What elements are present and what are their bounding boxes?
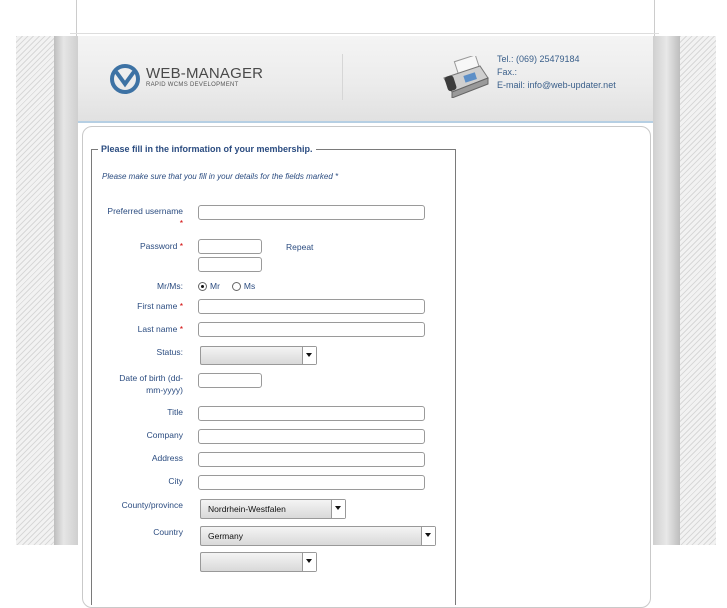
title-input[interactable] — [198, 406, 425, 421]
left-column-border — [54, 36, 78, 545]
contact-fax: Fax.: — [497, 67, 518, 77]
status-label: Status: — [156, 347, 183, 357]
header-divider — [342, 54, 343, 100]
logo-subtitle: RAPID WCMS DEVELOPMENT — [146, 82, 239, 88]
chevron-down-icon — [421, 527, 435, 545]
company-label: Company — [146, 430, 183, 440]
country-label: Country — [153, 527, 183, 537]
password-input[interactable] — [198, 239, 262, 254]
username-label-text: Preferred username — [107, 206, 183, 216]
dob-input[interactable] — [198, 373, 262, 388]
next-select-partial[interactable] — [200, 552, 317, 572]
chevron-down-icon — [302, 347, 316, 364]
dob-label-line2: mm-yyyy) — [146, 385, 183, 395]
content-panel: Please fill in the information of your m… — [82, 126, 651, 608]
password-repeat-input[interactable] — [198, 257, 262, 272]
country-select-value: Germany — [208, 531, 243, 541]
chevron-down-icon — [331, 500, 345, 518]
repeat-label: Repeat — [286, 242, 314, 252]
salutation-radios: Mr Ms — [198, 281, 255, 291]
radio-ms-label: Ms — [243, 281, 256, 291]
page: WEB-MANAGER RAPID WCMS DEVELOPMENT Tel.:… — [78, 36, 653, 608]
required-mark: * — [179, 301, 183, 311]
top-guide — [76, 0, 655, 36]
required-fields-note: Please make sure that you fill in your d… — [102, 172, 339, 181]
required-mark: * — [179, 324, 183, 334]
radio-ms[interactable] — [231, 281, 241, 291]
title-label: Title — [167, 407, 183, 417]
company-input[interactable] — [198, 429, 425, 444]
last-name-label: Last name * — [91, 323, 183, 335]
country-select[interactable]: Germany — [200, 526, 436, 546]
last-name-input[interactable] — [198, 322, 425, 337]
username-input[interactable] — [198, 205, 425, 220]
salutation-label: Mr/Ms: — [157, 281, 183, 291]
county-select-value: Nordrhein-Westfalen — [208, 504, 286, 514]
radio-mr[interactable] — [198, 281, 207, 291]
dob-label: Date of birth (dd- mm-yyyy) — [91, 372, 183, 396]
dob-label-line1: Date of birth (dd- — [119, 373, 183, 383]
left-background-stripes — [16, 36, 54, 545]
contact-tel: Tel.: (069) 25479184 — [497, 54, 580, 64]
first-name-label: First name * — [91, 300, 183, 312]
address-label: Address — [151, 453, 183, 463]
right-background-stripes — [680, 36, 716, 545]
city-label: City — [168, 476, 183, 486]
contact-info: Tel.: (069) 25479184 Fax.: E-mail: info@… — [497, 53, 616, 92]
city-input[interactable] — [198, 475, 425, 490]
first-name-label-text: First name — [137, 301, 178, 311]
first-name-input[interactable] — [198, 299, 425, 314]
chevron-down-icon — [302, 553, 316, 571]
status-select[interactable] — [200, 346, 317, 365]
county-select[interactable]: Nordrhein-Westfalen — [200, 499, 346, 519]
fax-machine-icon — [443, 56, 489, 98]
last-name-label-text: Last name — [137, 324, 178, 334]
logo-title: WEB-MANAGER — [146, 65, 264, 82]
top-rule — [70, 33, 659, 34]
web-manager-logo-icon — [110, 64, 140, 94]
county-label: County/province — [121, 500, 183, 510]
username-label: Preferred username * — [91, 205, 183, 229]
address-input[interactable] — [198, 452, 425, 467]
required-mark: * — [179, 241, 183, 251]
radio-mr-label: Mr — [210, 281, 220, 291]
membership-fieldset: Please fill in the information of your m… — [91, 144, 456, 605]
password-label: Password * — [91, 240, 183, 252]
membership-legend: Please fill in the information of your m… — [101, 144, 313, 154]
contact-email: E-mail: info@web-updater.net — [497, 80, 616, 90]
site-header: WEB-MANAGER RAPID WCMS DEVELOPMENT Tel.:… — [78, 36, 653, 123]
right-column-border — [653, 36, 680, 545]
password-label-text: Password — [139, 241, 178, 251]
required-mark: * — [179, 218, 183, 228]
